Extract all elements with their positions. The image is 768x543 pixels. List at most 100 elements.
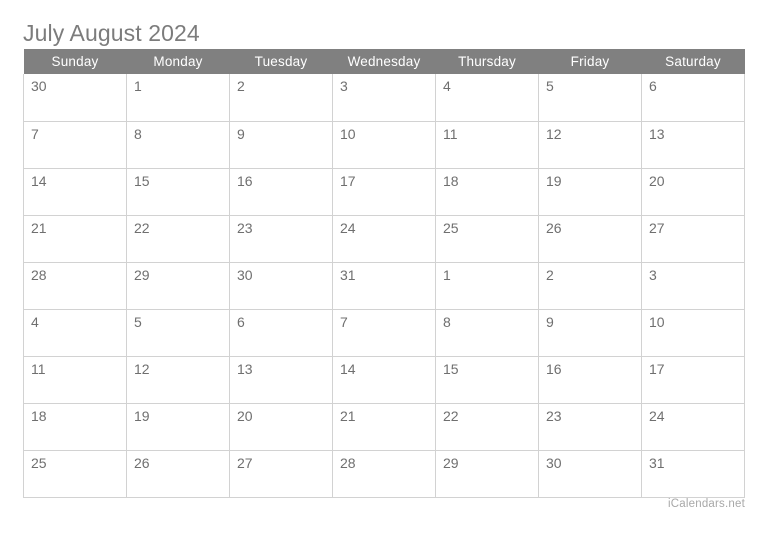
calendar-day-cell[interactable]: 6 xyxy=(641,74,745,122)
calendar-day-cell[interactable]: 19 xyxy=(126,403,230,451)
calendar-day-cell[interactable]: 8 xyxy=(126,121,230,169)
day-number: 30 xyxy=(31,78,47,94)
day-number: 4 xyxy=(443,78,451,94)
day-number: 5 xyxy=(134,313,142,330)
calendar-day-cell[interactable]: 9 xyxy=(229,121,333,169)
calendar-container: Sunday Monday Tuesday Wednesday Thursday Frid… xyxy=(23,49,745,498)
calendar-day-cell[interactable]: 12 xyxy=(126,356,230,404)
calendar-day-cell[interactable]: 17 xyxy=(332,168,436,216)
day-number: 10 xyxy=(340,125,356,142)
calendar-day-cell[interactable]: 15 xyxy=(126,168,230,216)
calendar-day-cell[interactable]: 13 xyxy=(641,121,745,169)
calendar-day-cell[interactable]: 14 xyxy=(332,356,436,404)
calendar-day-cell[interactable]: 21 xyxy=(332,403,436,451)
calendar-day-cell[interactable]: 29 xyxy=(435,450,539,498)
day-number: 5 xyxy=(546,78,554,94)
calendar-day-cell[interactable]: 23 xyxy=(229,215,333,263)
calendar-day-cell[interactable]: 11 xyxy=(435,121,539,169)
calendar-week-row: 21 22 23 24 25 26 27 xyxy=(23,215,745,263)
calendar-day-cell[interactable]: 30 xyxy=(23,74,127,122)
calendar-day-cell[interactable]: 16 xyxy=(229,168,333,216)
page-title: July August 2024 xyxy=(23,20,200,46)
calendar-day-cell[interactable]: 30 xyxy=(538,450,642,498)
calendar-day-cell[interactable]: 9 xyxy=(538,309,642,357)
day-number: 21 xyxy=(340,407,356,424)
day-number: 29 xyxy=(134,266,150,283)
day-number: 24 xyxy=(649,407,665,424)
calendar-day-cell[interactable]: 25 xyxy=(435,215,539,263)
calendar-day-cell[interactable]: 6 xyxy=(229,309,333,357)
calendar-day-cell[interactable]: 1 xyxy=(126,74,230,122)
day-number: 18 xyxy=(443,172,459,189)
day-number: 18 xyxy=(31,407,47,424)
day-number: 3 xyxy=(340,78,348,94)
calendar-day-cell[interactable]: 5 xyxy=(126,309,230,357)
calendar-day-cell[interactable]: 22 xyxy=(126,215,230,263)
calendar-day-cell[interactable]: 21 xyxy=(23,215,127,263)
calendar-day-cell[interactable]: 7 xyxy=(332,309,436,357)
day-number: 7 xyxy=(31,125,39,142)
calendar-day-cell[interactable]: 18 xyxy=(435,168,539,216)
calendar-day-cell[interactable]: 10 xyxy=(332,121,436,169)
calendar-day-cell[interactable]: 28 xyxy=(332,450,436,498)
calendar-day-cell[interactable]: 31 xyxy=(641,450,745,498)
calendar-day-cell[interactable]: 24 xyxy=(641,403,745,451)
day-number: 1 xyxy=(134,78,142,94)
calendar-day-cell[interactable]: 1 xyxy=(435,262,539,310)
calendar-day-cell[interactable]: 27 xyxy=(229,450,333,498)
calendar-day-cell[interactable]: 20 xyxy=(229,403,333,451)
calendar-day-cell[interactable]: 27 xyxy=(641,215,745,263)
day-number: 30 xyxy=(237,266,253,283)
calendar-day-cell[interactable]: 25 xyxy=(23,450,127,498)
day-number: 9 xyxy=(546,313,554,330)
day-number: 11 xyxy=(31,360,46,377)
calendar-day-cell[interactable]: 29 xyxy=(126,262,230,310)
calendar-day-cell[interactable]: 2 xyxy=(538,262,642,310)
calendar-day-cell[interactable]: 3 xyxy=(641,262,745,310)
calendar-day-cell[interactable]: 26 xyxy=(538,215,642,263)
calendar-week-row: 25 26 27 28 29 30 31 xyxy=(23,450,745,498)
calendar-day-cell[interactable]: 7 xyxy=(23,121,127,169)
calendar-day-cell[interactable]: 4 xyxy=(23,309,127,357)
calendar-day-cell[interactable]: 10 xyxy=(641,309,745,357)
calendar-day-cell[interactable]: 3 xyxy=(332,74,436,122)
calendar-day-cell[interactable]: 4 xyxy=(435,74,539,122)
calendar-day-cell[interactable]: 30 xyxy=(229,262,333,310)
calendar-day-cell[interactable]: 17 xyxy=(641,356,745,404)
day-number: 6 xyxy=(237,313,245,330)
calendar-day-cell[interactable]: 26 xyxy=(126,450,230,498)
day-number: 10 xyxy=(649,313,665,330)
weekday-header-monday: Monday xyxy=(126,49,230,74)
weekday-header-thursday: Thursday xyxy=(435,49,539,74)
day-number: 22 xyxy=(443,407,459,424)
day-number: 8 xyxy=(443,313,451,330)
calendar-day-cell[interactable]: 19 xyxy=(538,168,642,216)
calendar-page: July August 2024 Sunday Monday Tuesday Wedn… xyxy=(0,0,768,543)
calendar-day-cell[interactable]: 14 xyxy=(23,168,127,216)
calendar-week-row: 7 8 9 10 11 12 13 xyxy=(23,121,745,169)
day-number: 20 xyxy=(237,407,253,424)
calendar-day-cell[interactable]: 20 xyxy=(641,168,745,216)
calendar-day-cell[interactable]: 2 xyxy=(229,74,333,122)
day-number: 26 xyxy=(134,454,150,471)
day-number: 7 xyxy=(340,313,348,330)
calendar-day-cell[interactable]: 8 xyxy=(435,309,539,357)
calendar-day-cell[interactable]: 15 xyxy=(435,356,539,404)
calendar-day-cell[interactable]: 12 xyxy=(538,121,642,169)
calendar-day-cell[interactable]: 18 xyxy=(23,403,127,451)
day-number: 2 xyxy=(237,78,245,94)
calendar-day-cell[interactable]: 13 xyxy=(229,356,333,404)
calendar-day-cell[interactable]: 23 xyxy=(538,403,642,451)
day-number: 15 xyxy=(443,360,459,377)
calendar-day-cell[interactable]: 16 xyxy=(538,356,642,404)
day-number: 14 xyxy=(340,360,356,377)
calendar-week-row: 11 12 13 14 15 16 17 xyxy=(23,356,745,404)
day-number: 2 xyxy=(546,266,554,283)
calendar-day-cell[interactable]: 31 xyxy=(332,262,436,310)
calendar-day-cell[interactable]: 11 xyxy=(23,356,127,404)
calendar-day-cell[interactable]: 24 xyxy=(332,215,436,263)
calendar-day-cell[interactable]: 5 xyxy=(538,74,642,122)
day-number: 13 xyxy=(649,125,665,142)
calendar-day-cell[interactable]: 28 xyxy=(23,262,127,310)
calendar-day-cell[interactable]: 22 xyxy=(435,403,539,451)
